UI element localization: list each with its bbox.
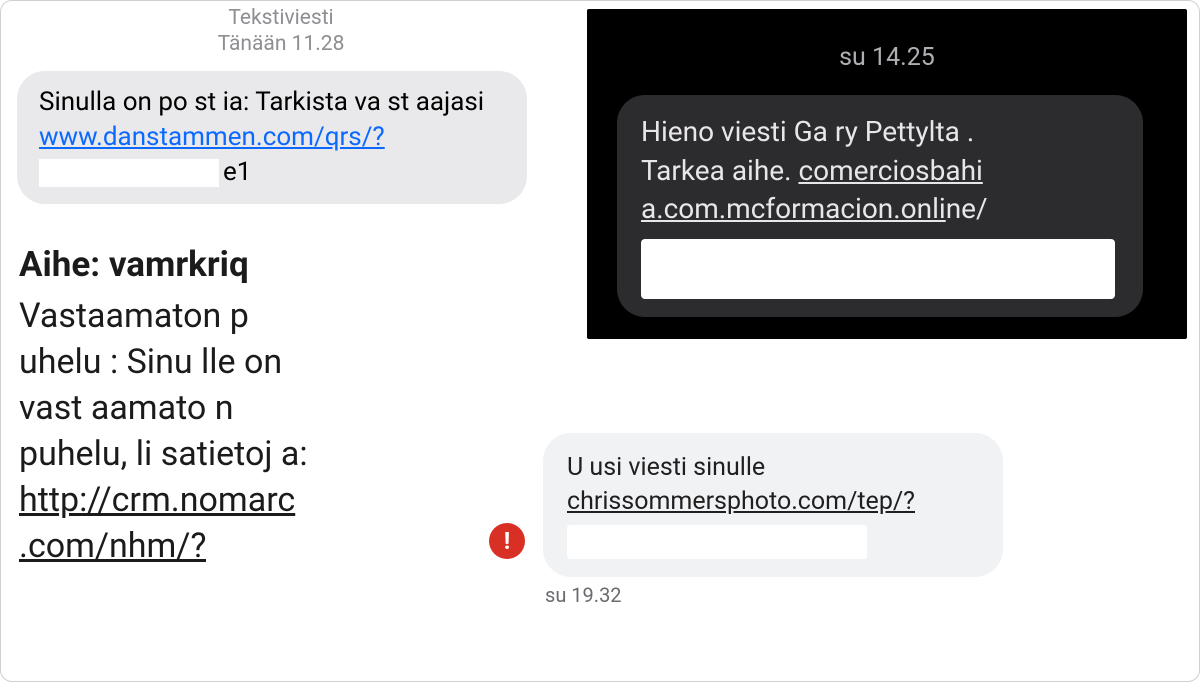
dark-link-part1[interactable]: comerciosbahi — [798, 154, 982, 187]
warning-icon: ! — [489, 523, 525, 559]
email-line: Vastaamaton p — [19, 296, 249, 336]
dark-link-tail: ne/ — [946, 192, 988, 225]
exclamation-icon: ! — [504, 529, 511, 553]
email-link-line1[interactable]: http://crm.nomarc — [19, 480, 295, 520]
light-bubble-link[interactable]: chrissommersphoto.com/tep/? — [567, 487, 915, 516]
redaction-box — [641, 239, 1115, 299]
dark-panel: su 14.25 Hieno viesti Ga ry Pettylta . T… — [587, 9, 1187, 339]
email-subject: Aihe: vamrkriq — [19, 241, 449, 288]
email-card[interactable]: Aihe: vamrkriq Vastaamaton p uhelu : Sin… — [19, 241, 449, 570]
redaction-box — [567, 525, 867, 559]
dark-link-part2[interactable]: a.com.mcformacion.onli — [641, 192, 946, 225]
sms-bubble-1-text: Sinulla on po st ia: Tarkista va st aaja… — [39, 87, 484, 117]
sms-header-time: Tänään 11.28 — [1, 31, 561, 57]
light-bubble-text: U usi viesti sinulle — [567, 453, 765, 482]
sms-bubble-1-trailing: e1 — [223, 157, 251, 187]
email-line: uhelu : Sinu lle on — [19, 342, 282, 382]
dark-timestamp: su 14.25 — [587, 9, 1187, 72]
email-line: vast aamato n — [19, 388, 234, 428]
dark-text-prefix2: Tarkea aihe. — [641, 154, 798, 187]
light-bubble-timestamp: su 19.32 — [545, 583, 622, 607]
redaction-box — [206, 533, 336, 563]
sms-bubble-1-link[interactable]: www.danstammen.com/qrs/? — [39, 122, 385, 152]
sms-header: Tekstiviesti Tänään 11.28 — [1, 5, 561, 58]
email-line: puhelu, li satietoj a: — [19, 434, 308, 474]
sms-bubble-1[interactable]: Sinulla on po st ia: Tarkista va st aaja… — [17, 71, 527, 204]
dark-bubble[interactable]: Hieno viesti Ga ry Pettylta . Tarkea aih… — [617, 95, 1143, 317]
dark-text-line1: Hieno viesti Ga ry Pettylta . — [641, 115, 974, 148]
light-bubble[interactable]: U usi viesti sinulle chrissommersphoto.c… — [543, 433, 1003, 577]
sms-header-type: Tekstiviesti — [1, 5, 561, 31]
email-body: Vastaamaton p uhelu : Sinu lle on vast a… — [19, 294, 449, 569]
redaction-box — [39, 159, 219, 187]
email-link-line2[interactable]: .com/nhm/? — [19, 526, 206, 566]
